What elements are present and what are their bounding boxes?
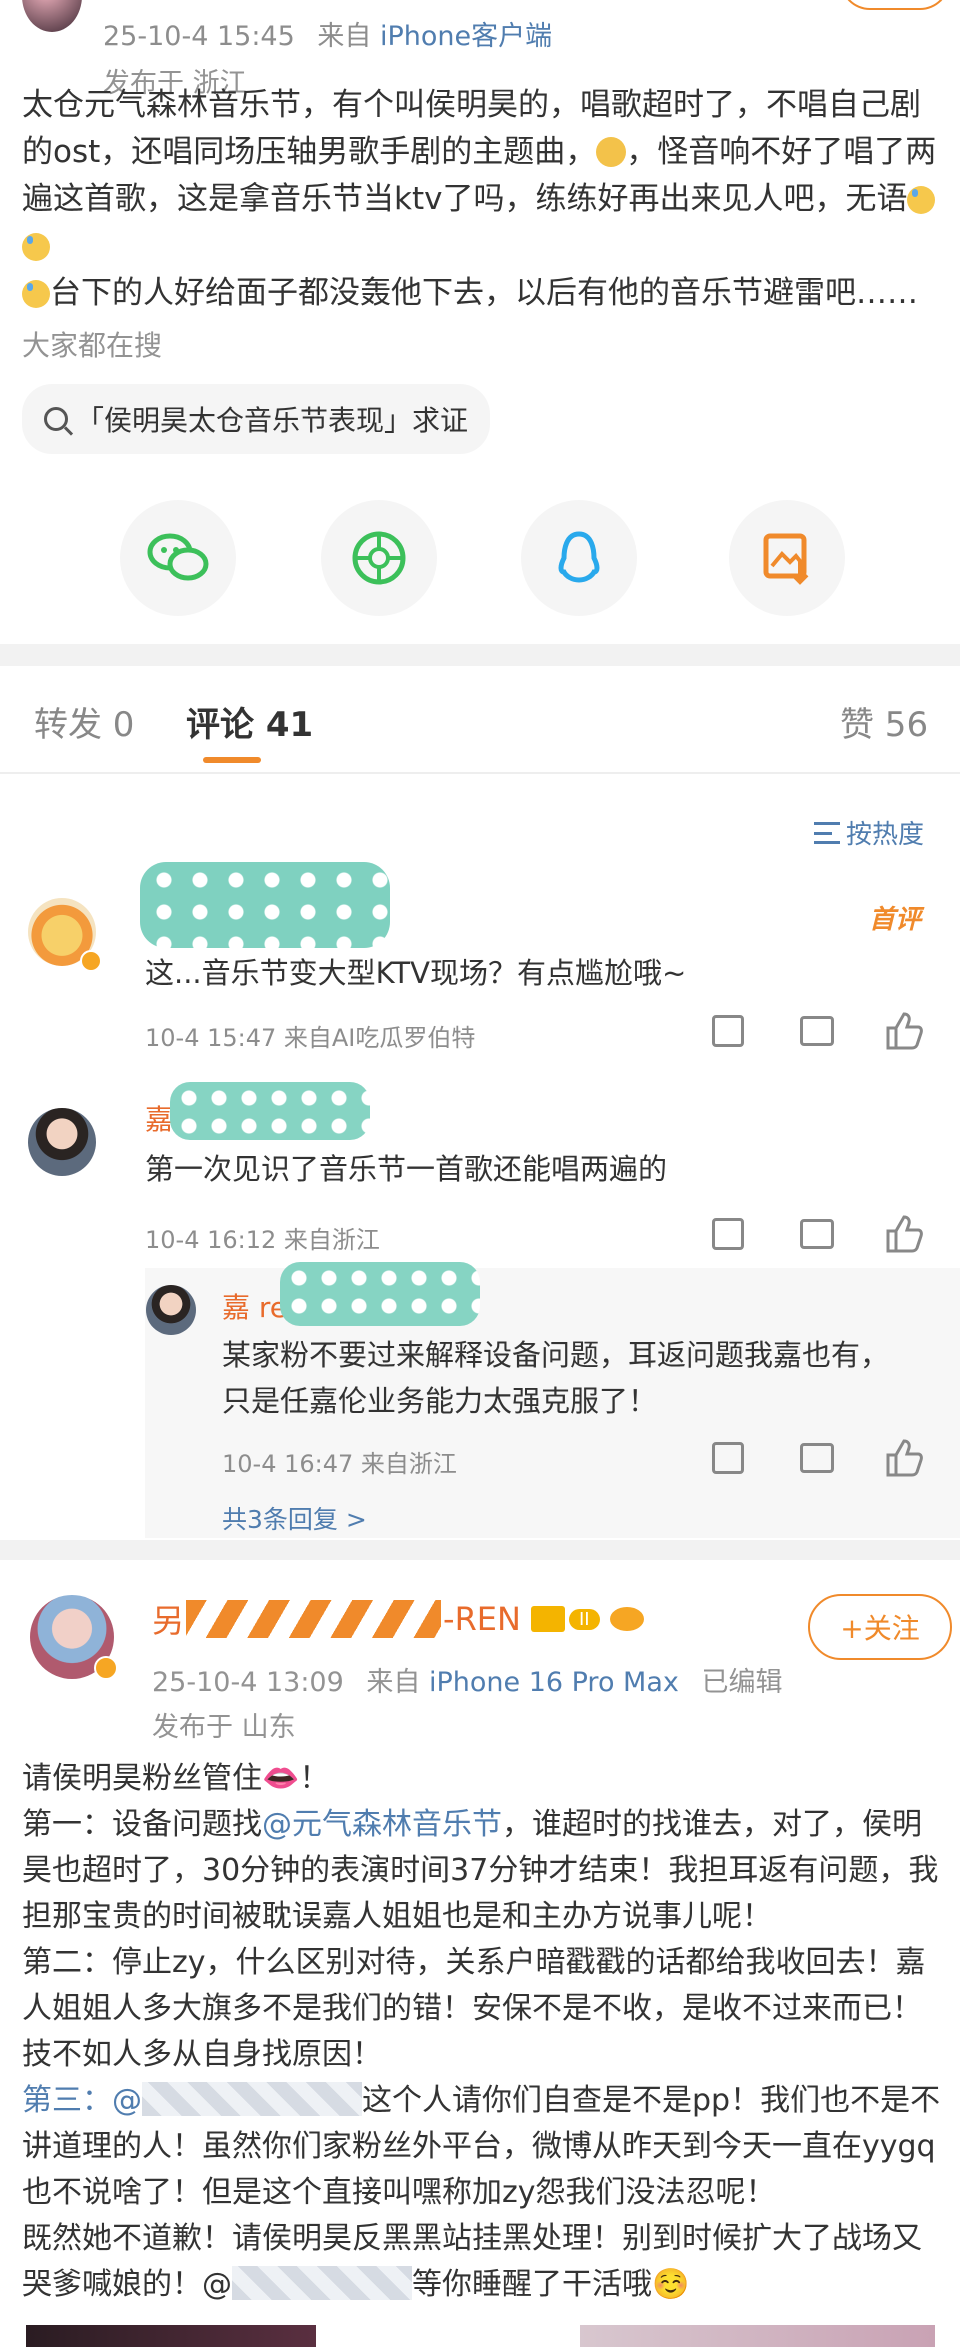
comment-meta: 10-4 16:12 来自浙江 — [145, 1226, 380, 1254]
post-location: 发布于 山东 — [152, 1712, 296, 1743]
more-replies-link[interactable]: 共3条回复 > — [222, 1500, 367, 1536]
post-source-prefix: 来自 — [366, 1667, 421, 1698]
comment-text: 这...音乐节变大型KTV现场？有点尴尬哦~ — [145, 956, 687, 990]
reply-meta: 10-4 16:47 来自浙江 — [222, 1450, 457, 1478]
section-divider — [0, 1540, 960, 1560]
tab-comments[interactable]: 评论 41 — [186, 697, 313, 746]
search-pill[interactable]: 「侯明昊太仓音乐节表现」求证 — [22, 384, 491, 454]
comment-icon[interactable] — [800, 1016, 834, 1046]
post-timestamp: 25-10-4 13:09 — [152, 1667, 344, 1698]
post-text: 太仓元气森林音乐节，有个叫侯明昊的，唱歌超时了，不唱自己剧的ost，还唱同场压轴… — [22, 82, 938, 317]
sad-emoji-icon — [907, 186, 936, 214]
post-text-3: 台下的人好给面子都没轰他下去，以后有他的音乐节避雷吧…… — [50, 275, 918, 311]
masked-mention — [142, 2082, 362, 2116]
follow-button[interactable]: +关注 — [808, 1594, 952, 1660]
share-icon[interactable] — [712, 1218, 744, 1250]
post-source[interactable]: iPhone 16 Pro Max — [429, 1667, 679, 1698]
reply-avatar[interactable] — [146, 1285, 196, 1335]
comment-icon[interactable] — [800, 1219, 834, 1249]
post-source[interactable]: iPhone客户端 — [380, 21, 552, 52]
reply-name-prefix[interactable]: 嘉 re — [222, 1286, 287, 1326]
poster-name-suffix: -REN — [443, 1600, 521, 1638]
repost-line-part: 第一：设备问题找 — [22, 1807, 262, 1842]
sad-emoji-icon — [22, 233, 50, 261]
reply-text-line1: 某家粉不要过来解释设备问题，耳返问题我嘉也有， — [222, 1338, 890, 1372]
first-comment-badge: 首评 — [869, 905, 922, 935]
sort-icon — [814, 821, 840, 844]
commenter-avatar[interactable] — [28, 1108, 96, 1176]
share-icon[interactable] — [712, 1442, 744, 1474]
follow-label: +关注 — [840, 1612, 920, 1645]
masked-username — [280, 1262, 480, 1326]
search-pill-label: 「侯明昊太仓音乐节表现」求证 — [76, 404, 469, 437]
qq-icon[interactable] — [521, 500, 637, 616]
follow-button-top[interactable] — [840, 0, 950, 10]
search-icon — [44, 407, 74, 436]
post-timestamp: 25-10-4 15:45 — [103, 21, 295, 52]
tab-repost[interactable]: 转发 0 — [34, 697, 134, 746]
crown-icon — [530, 1606, 565, 1632]
post-source-prefix: 来自 — [317, 21, 372, 52]
repost-text: 请侯明昊粉丝管住👄！ 第一：设备问题找@元气森林音乐节，谁超时的找谁去，对了，侯… — [22, 1756, 942, 2308]
comment-meta: 10-4 15:47 来自AI吃瓜罗伯特 — [145, 1024, 476, 1052]
repost-line: 第一：设备问题找@元气森林音乐节，谁超时的找谁去，对了，侯明昊也超时了，30分钟… — [22, 1802, 942, 1940]
search-label: 大家都在搜 — [22, 329, 163, 362]
masked-username — [170, 1082, 370, 1140]
save-image-icon[interactable] — [729, 500, 845, 616]
share-icon[interactable] — [712, 1015, 744, 1047]
repost-line-part: 等你睡醒了干活哦☺️ — [412, 2267, 690, 2302]
repost-line: 第二：停止zy，什么区别对待，关系户暗戳戳的话都给我收回去！嘉人姐姐人多大旗多不… — [22, 1945, 926, 2072]
tab-active-indicator — [203, 757, 261, 763]
vip-badge-icon — [80, 950, 102, 972]
masked-username — [140, 862, 390, 948]
vip-badge-icon — [94, 1656, 118, 1680]
name-mosaic — [186, 1600, 442, 1638]
like-icon[interactable] — [884, 1439, 924, 1481]
edited-label: 已编辑 — [701, 1667, 783, 1698]
repost-line: 既然她不道歉！请侯明昊反黑黑站挂黑处理！别到时候扩大了战场又哭爹喊娘的！@ 等你睡… — [22, 2216, 942, 2308]
repost-line: 第三：@ 这个人请你们自查是不是pp！我们也不是不讲道理的人！虽然你们家粉丝外平台… — [22, 2078, 942, 2216]
wechat-icon[interactable] — [120, 500, 236, 616]
post-meta: 25-10-4 13:09 来自 iPhone 16 Pro Max 已编辑 — [152, 1660, 782, 1699]
repost-line: 请侯明昊粉丝管住👄！ — [22, 1761, 330, 1796]
level-badge: II — [568, 1608, 600, 1630]
comment-icon[interactable] — [800, 1443, 834, 1473]
poster-avatar[interactable] — [22, 0, 82, 32]
poster-name[interactable]: 另 -REN II — [152, 1596, 644, 1642]
like-icon[interactable] — [884, 1215, 924, 1257]
mention-link[interactable]: @元气森林音乐节 — [262, 1807, 502, 1842]
tabs-divider — [0, 772, 960, 774]
emoji-icon — [596, 137, 627, 167]
comment-text: 第一次见识了音乐节一首歌还能唱两遍的 — [145, 1152, 668, 1186]
tab-likes[interactable]: 赞 56 — [840, 697, 928, 746]
sort-button[interactable]: 按热度 — [814, 814, 924, 851]
post-image-thumbnail[interactable] — [26, 2325, 316, 2347]
section-divider — [0, 644, 960, 666]
reply-text-line2: 只是任嘉伦业务能力太强克服了！ — [222, 1384, 658, 1418]
commenter-name-prefix[interactable]: 嘉 — [145, 1098, 173, 1138]
poster-name-prefix: 另 — [152, 1602, 185, 1640]
masked-mention — [232, 2266, 412, 2300]
post-image-thumbnail[interactable] — [580, 2325, 935, 2347]
sort-label: 按热度 — [846, 820, 925, 850]
like-icon[interactable] — [884, 1012, 924, 1054]
sad-emoji-icon — [22, 280, 50, 308]
post-meta: 25-10-4 15:45 来自 iPhone客户端 — [103, 14, 552, 53]
mention-link[interactable]: 第三：@ — [22, 2083, 142, 2118]
moments-icon[interactable] — [321, 500, 437, 616]
fish-icon — [609, 1607, 644, 1631]
